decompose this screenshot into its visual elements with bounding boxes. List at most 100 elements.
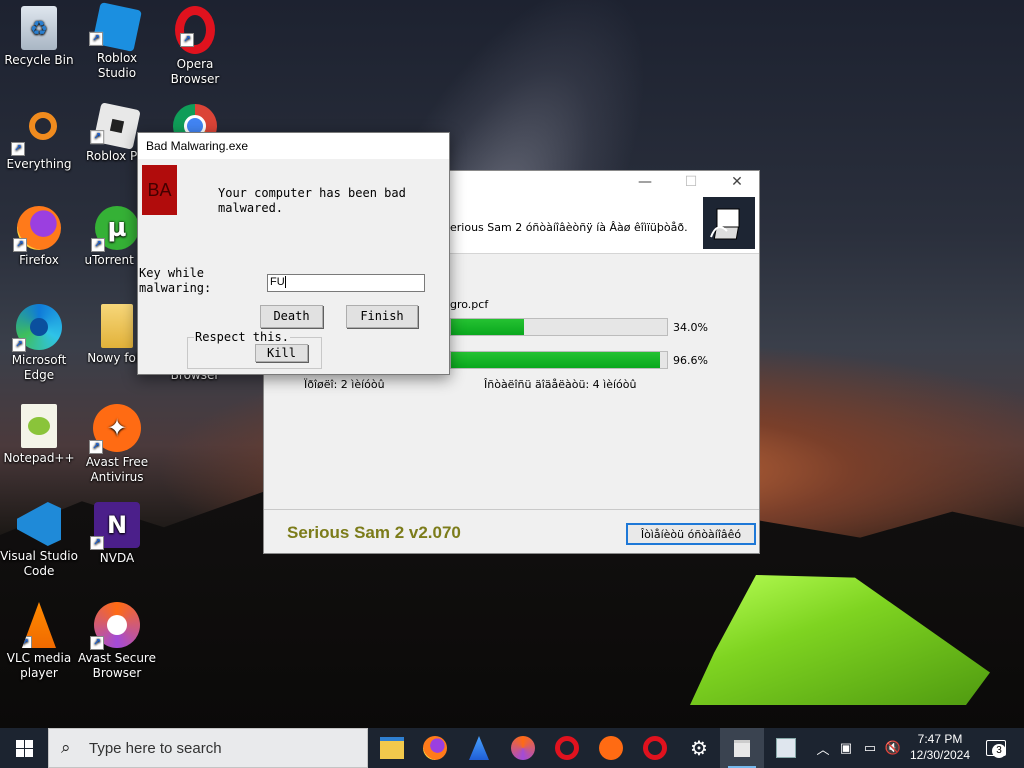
- key-input-value: FU: [270, 276, 285, 288]
- file-explorer-icon: [380, 737, 404, 759]
- tray-volume-muted-icon[interactable]: 🔇: [884, 728, 902, 768]
- desktop-icon-nvda[interactable]: N ↗ NVDA: [78, 502, 156, 566]
- maximize-button[interactable]: ☐: [668, 171, 714, 193]
- avast-icon: [599, 736, 623, 760]
- desktop-icon-label: Avast Secure Browser: [78, 651, 156, 680]
- recycle-bin-icon: ♻: [21, 6, 57, 50]
- taskbar-installer[interactable]: [764, 728, 808, 768]
- taskbar: ⌕ Type here to search ⚙ ︿ ▣ ▭ 🔇 7:47 PM …: [0, 728, 1024, 768]
- desktop-icon-edge[interactable]: ↗ Microsoft Edge: [0, 304, 78, 383]
- key-input[interactable]: FU: [267, 274, 425, 292]
- search-placeholder: Type here to search: [89, 740, 222, 757]
- everything-search-icon: ↗: [11, 106, 63, 156]
- desktop-icon-label: Recycle Bin: [4, 53, 74, 67]
- desktop-icon-label: Notepad++: [3, 451, 75, 465]
- total-progress-fill: [451, 352, 660, 368]
- desktop-icon-firefox[interactable]: ↗ Firefox: [0, 206, 78, 268]
- file-progress-fill: [451, 319, 525, 335]
- desktop-icon-roblox-studio[interactable]: ↗ Roblox Studio: [78, 2, 156, 81]
- minimize-button[interactable]: —: [622, 171, 668, 193]
- desktop-icon-label: Microsoft Edge: [11, 353, 67, 382]
- window-app-icon: [734, 739, 750, 757]
- desktop-icon-label: Roblox Studio: [96, 51, 138, 80]
- desktop-icon-label: Avast Free Antivirus: [85, 455, 149, 484]
- installer-divider: [264, 509, 759, 510]
- taskbar-active-window[interactable]: [720, 728, 764, 768]
- folder-icon: [101, 304, 133, 348]
- file-progress-percent: 34.0%: [673, 321, 708, 334]
- windows-logo-icon: [15, 739, 33, 757]
- text-caret: [284, 276, 286, 289]
- malware-dialog: Bad Malwaring.exe BA Your computer has b…: [137, 132, 450, 375]
- firefox-icon: [423, 736, 447, 760]
- desktop-icon-avast[interactable]: ✦ ↗ Avast Free Antivirus: [78, 404, 156, 485]
- taskbar-opera-2[interactable]: [633, 728, 677, 768]
- taskbar-opera[interactable]: [545, 728, 589, 768]
- kill-button[interactable]: Kill: [255, 344, 308, 362]
- key-label: Key while malwaring:: [139, 266, 212, 295]
- firefox-icon: ↗: [13, 206, 61, 252]
- desktop-icon-label: Everything: [6, 157, 72, 171]
- taskbar-settings[interactable]: ⚙: [677, 728, 721, 768]
- taskbar-app-blue[interactable]: [457, 728, 501, 768]
- cancel-install-button[interactable]: Îòìåíèòü óñòàíîâêó: [626, 523, 756, 545]
- desktop-icon-label: NVDA: [99, 551, 135, 565]
- desktop-icon-notepadpp[interactable]: Notepad++: [0, 404, 78, 466]
- elapsed-time: Ïðîøëî: 2 ìèíóòû: [304, 378, 385, 391]
- desktop-icon-label: Firefox: [19, 253, 59, 267]
- nvda-icon: N ↗: [90, 502, 140, 550]
- death-button[interactable]: Death: [260, 305, 323, 328]
- dialog-message: Your computer has been bad malwared.: [218, 186, 406, 215]
- dialog-title[interactable]: Bad Malwaring.exe: [146, 139, 248, 153]
- installer-app-icon: [776, 738, 796, 758]
- avast-secure-browser-icon: ↗: [90, 602, 140, 650]
- dialog-client: BA Your computer has been bad malwared. …: [138, 159, 449, 374]
- tray-chevron-up-icon[interactable]: ︿: [814, 728, 832, 768]
- tray-security-icon[interactable]: ▣: [836, 728, 856, 768]
- desktop-icon-avast-secure-browser[interactable]: ↗ Avast Secure Browser: [78, 602, 156, 681]
- installer-brand: Serious Sam 2 v2.070: [287, 523, 461, 542]
- desktop-icon-vlc[interactable]: ↗ VLC media player: [0, 602, 78, 681]
- notification-center-button[interactable]: 3: [980, 728, 1012, 768]
- close-button[interactable]: ✕: [714, 171, 760, 193]
- desktop-icon-recycle-bin[interactable]: ♻ Recycle Bin: [0, 6, 78, 68]
- start-button[interactable]: [0, 728, 48, 768]
- desktop-icon-label: VLC media player: [6, 651, 72, 680]
- edge-icon: ↗: [12, 304, 62, 352]
- opera-icon: [643, 736, 667, 760]
- opera-icon: ↗: [175, 6, 215, 54]
- current-file-label: gro.pcf: [450, 298, 489, 311]
- finish-button[interactable]: Finish: [346, 305, 418, 328]
- remaining-time: Îñòàëîñü äîäåëàòü: 4 ìèíóòû: [484, 378, 637, 391]
- taskbar-avast[interactable]: [589, 728, 633, 768]
- tray-network-icon[interactable]: ▭: [860, 728, 880, 768]
- desktop-icon-vscode[interactable]: Visual Studio Code: [0, 502, 78, 579]
- roblox-player-icon: ↗: [90, 102, 141, 150]
- installer-header-text: erious Sam 2 óñòàíîâèòñÿ íà Âàø êîìïüþòå…: [450, 221, 688, 234]
- total-progress-percent: 96.6%: [673, 354, 708, 367]
- utorrent-icon: µ ↗: [91, 206, 139, 252]
- desktop-icon-label: Opera Browser: [170, 57, 220, 86]
- desktop-icon-label: Visual Studio Code: [0, 549, 78, 578]
- taskbar-file-explorer[interactable]: [370, 728, 414, 768]
- roblox-studio-icon: ↗: [89, 2, 142, 52]
- gear-icon: ⚙: [690, 737, 708, 760]
- total-progress-bar: [450, 351, 668, 369]
- blue-app-icon: [469, 736, 489, 760]
- avast-icon: ✦ ↗: [89, 404, 141, 454]
- clock-date: 12/30/2024: [909, 748, 971, 762]
- notepadpp-icon: [21, 404, 57, 448]
- vlc-icon: ↗: [22, 602, 56, 648]
- taskbar-firefox[interactable]: [413, 728, 457, 768]
- taskbar-avast-secure-browser[interactable]: [501, 728, 545, 768]
- avast-secure-browser-icon: [511, 736, 535, 760]
- taskbar-search[interactable]: ⌕ Type here to search: [48, 728, 368, 768]
- file-progress-bar: [450, 318, 668, 336]
- ba-badge: BA: [142, 165, 177, 215]
- desktop-icon-opera[interactable]: ↗ Opera Browser: [156, 6, 234, 87]
- vscode-icon: [17, 502, 61, 546]
- desktop-icon-everything[interactable]: ↗ Everything: [0, 106, 78, 172]
- taskbar-clock[interactable]: 7:47 PM 12/30/2024: [905, 731, 975, 763]
- respect-group-label: Respect this.: [194, 330, 290, 344]
- notification-count-badge: 3: [992, 744, 1006, 758]
